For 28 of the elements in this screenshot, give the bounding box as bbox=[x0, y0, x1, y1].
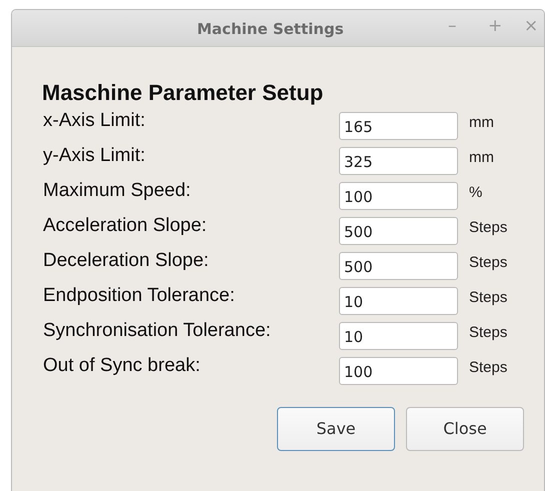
field-label: Acceleration Slope: bbox=[43, 214, 208, 238]
field-label: x-Axis Limit: bbox=[43, 109, 146, 134]
field-label: Deceleration Slope: bbox=[43, 249, 210, 274]
unit-label: mm bbox=[469, 113, 494, 134]
close-button[interactable]: Close bbox=[406, 407, 524, 451]
save-button[interactable]: Save bbox=[277, 407, 395, 451]
input-field[interactable]: 10 bbox=[339, 322, 458, 350]
field-label: Maximum Speed: bbox=[43, 179, 192, 204]
field-label: y-Axis Limit: bbox=[43, 144, 146, 168]
unit-label: % bbox=[469, 183, 482, 204]
input-field[interactable]: 165 bbox=[339, 112, 458, 140]
input-field[interactable]: 325 bbox=[339, 146, 458, 174]
unit-label: mm bbox=[469, 148, 494, 168]
window-title: Machine Settings bbox=[197, 19, 344, 40]
input-field[interactable]: 100 bbox=[339, 356, 458, 384]
field-label: Endposition Tolerance: bbox=[43, 284, 236, 308]
unit-label: Steps bbox=[469, 218, 508, 238]
field-label: Out of Sync break: bbox=[43, 354, 202, 378]
input-field[interactable]: 100 bbox=[339, 182, 458, 210]
input-field[interactable]: 500 bbox=[339, 252, 458, 280]
unit-label: Steps bbox=[469, 358, 508, 378]
unit-label: Steps bbox=[469, 288, 508, 308]
input-field[interactable]: 10 bbox=[339, 286, 458, 314]
input-field[interactable]: 500 bbox=[339, 216, 458, 244]
form-heading: Maschine Parameter Setup bbox=[42, 80, 324, 106]
unit-label: Steps bbox=[469, 253, 508, 274]
field-label: Synchronisation Tolerance: bbox=[43, 319, 272, 344]
unit-label: Steps bbox=[469, 323, 508, 344]
